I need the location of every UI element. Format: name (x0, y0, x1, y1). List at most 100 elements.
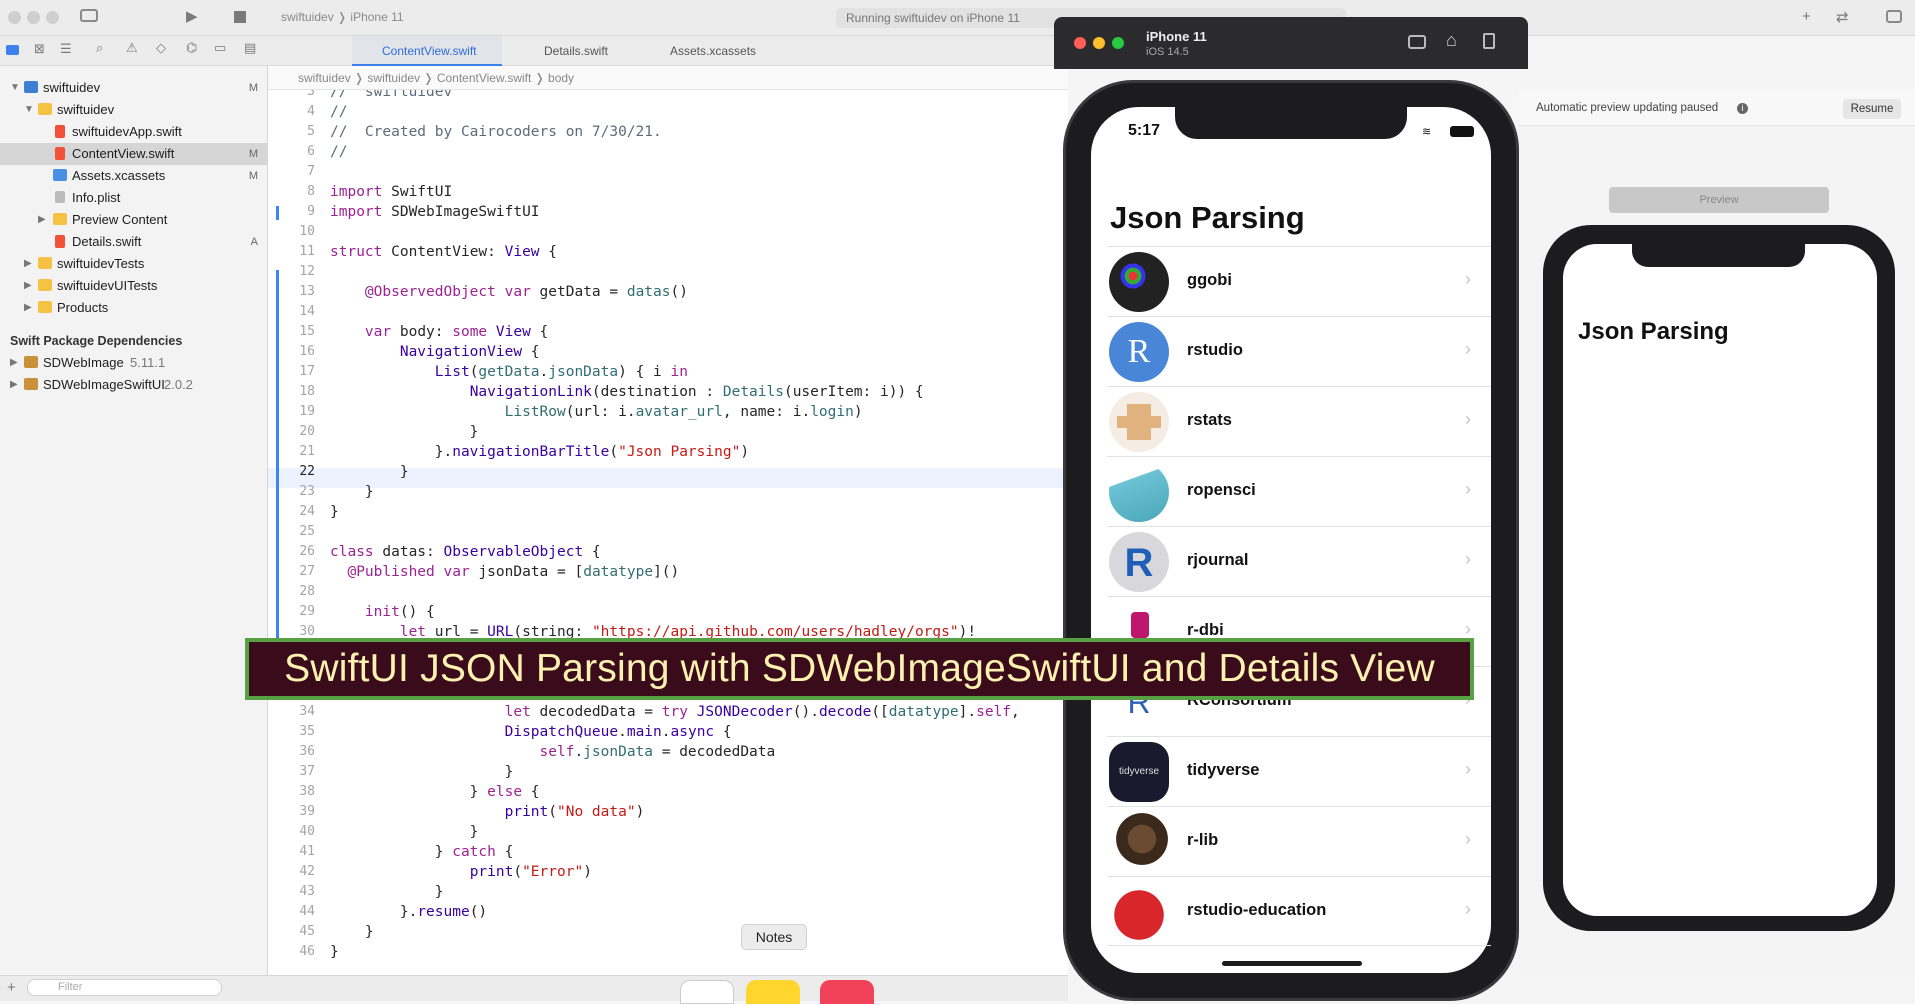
breakpoint-navigator-icon[interactable]: ▭ (214, 40, 226, 56)
nav-file-infoplist[interactable]: Info.plist (0, 187, 268, 209)
line-number[interactable]: 8 (268, 184, 315, 199)
find-navigator-icon[interactable]: ⌕ (96, 40, 103, 56)
sidebar-toggle-icon[interactable] (80, 9, 98, 22)
nav-group-tests[interactable]: ▶ swiftuidevTests (0, 253, 268, 275)
line-number[interactable]: 30 (268, 624, 315, 639)
line-number[interactable]: 38 (268, 784, 315, 799)
list-row-ropensci[interactable]: ropensci › (1107, 456, 1491, 526)
list-row-ggobi[interactable]: ggobi › (1107, 246, 1491, 316)
line-number[interactable]: 46 (268, 944, 315, 959)
line-number[interactable]: 18 (268, 384, 315, 399)
minimize-window-button[interactable] (27, 11, 40, 24)
line-number[interactable]: 22 (268, 464, 315, 479)
line-number[interactable]: 26 (268, 544, 315, 559)
tab-details[interactable]: Details.swift (514, 36, 630, 66)
disclosure-icon[interactable]: ▶ (24, 297, 32, 319)
test-navigator-icon[interactable]: ◇ (156, 40, 166, 56)
nav-group-preview-content[interactable]: ▶ Preview Content (0, 209, 268, 231)
line-number[interactable]: 3 (268, 90, 315, 99)
line-number[interactable]: 35 (268, 724, 315, 739)
line-number[interactable]: 11 (268, 244, 315, 259)
source-editor[interactable]: 3 4 5 6 7 8 9 10 11 12 13 14 15 16 17 18 19 20 21 22 23 24 25 2… (268, 90, 1068, 975)
line-number[interactable]: 42 (268, 864, 315, 879)
line-number[interactable]: 4 (268, 104, 315, 119)
code-review-icon[interactable]: ⇄ (1836, 8, 1849, 26)
disclosure-icon[interactable]: ▼ (24, 99, 34, 121)
line-number[interactable]: 27 (268, 564, 315, 579)
debug-navigator-icon[interactable]: ⌬ (186, 40, 197, 56)
tab-assets[interactable]: Assets.xcassets (640, 36, 770, 66)
tab-contentview[interactable]: ContentView.swift (352, 36, 502, 66)
line-number[interactable]: 17 (268, 364, 315, 379)
info-icon[interactable]: i (1737, 103, 1748, 114)
filter-input[interactable]: Filter (27, 979, 222, 996)
line-number[interactable]: 20 (268, 424, 315, 439)
disclosure-icon[interactable]: ▶ (10, 352, 18, 374)
report-navigator-icon[interactable]: ▤ (244, 40, 256, 56)
simulator-zoom-button[interactable] (1112, 37, 1124, 49)
line-number[interactable]: 34 (268, 704, 315, 719)
project-navigator-icon[interactable] (6, 45, 19, 55)
preview-button[interactable]: Preview (1609, 187, 1829, 213)
line-number[interactable]: 24 (268, 504, 315, 519)
line-number[interactable]: 39 (268, 804, 315, 819)
line-number[interactable]: 6 (268, 144, 315, 159)
add-icon[interactable]: + (1802, 8, 1811, 25)
nav-group-products[interactable]: ▶ Products (0, 297, 268, 319)
list-row-rjournal[interactable]: R rjournal › (1107, 526, 1491, 596)
add-file-icon[interactable]: + (7, 979, 16, 996)
line-number[interactable]: 14 (268, 304, 315, 319)
nav-file-assets[interactable]: Assets.xcassets M (0, 165, 268, 187)
list-row-rstats[interactable]: rstats › (1107, 386, 1491, 456)
line-number[interactable]: 19 (268, 404, 315, 419)
disclosure-icon[interactable]: ▶ (38, 209, 46, 231)
dock-app-icon[interactable] (680, 980, 734, 1004)
nav-file-app[interactable]: swiftuidevApp.swift (0, 121, 268, 143)
line-number[interactable]: 28 (268, 584, 315, 599)
line-number[interactable]: 5 (268, 124, 315, 139)
list-row-rstudio[interactable]: R rstudio › (1107, 316, 1491, 386)
line-number[interactable]: 10 (268, 224, 315, 239)
line-number[interactable]: 43 (268, 884, 315, 899)
nav-group-swiftuidev[interactable]: ▼ swiftuidev (0, 99, 268, 121)
run-icon[interactable]: ▶ (186, 7, 198, 25)
nav-project-root[interactable]: ▼ swiftuidev M (0, 77, 268, 99)
home-icon[interactable]: ⌂ (1446, 30, 1457, 51)
jump-bar[interactable]: swiftuidev ❭ swiftuidev ❭ ContentView.sw… (268, 66, 1068, 90)
nav-package-sdwebimage[interactable]: ▶ SDWebImage 5.11.1 (0, 352, 268, 374)
inspector-toggle-icon[interactable] (1886, 10, 1902, 23)
list-row-r-lib[interactable]: r-lib › (1107, 806, 1491, 876)
notes-app-icon[interactable] (746, 980, 800, 1004)
stop-icon[interactable] (234, 11, 246, 23)
line-number[interactable]: 7 (268, 164, 315, 179)
home-indicator[interactable] (1222, 961, 1362, 966)
nav-package-sdwebimageswiftui[interactable]: ▶ SDWebImageSwiftUI 2.0.2 (0, 374, 268, 396)
line-number[interactable]: 37 (268, 764, 315, 779)
symbol-navigator-icon[interactable]: ☰ (60, 41, 72, 57)
list-row-tidyverse[interactable]: tidyverse tidyverse › (1107, 736, 1491, 806)
nav-group-uitests[interactable]: ▶ swiftuidevUITests (0, 275, 268, 297)
rotate-icon[interactable] (1483, 33, 1495, 49)
disclosure-icon[interactable]: ▶ (24, 275, 32, 297)
line-number[interactable]: 9 (268, 204, 315, 219)
simulator-minimize-button[interactable] (1093, 37, 1105, 49)
line-number[interactable]: 45 (268, 924, 315, 939)
line-number[interactable]: 23 (268, 484, 315, 499)
line-number[interactable]: 44 (268, 904, 315, 919)
list-row-rstudio-education[interactable]: rstudio-education › (1107, 876, 1491, 946)
line-number[interactable]: 16 (268, 344, 315, 359)
scheme-selector[interactable]: swiftuidev ❭ iPhone 11 (281, 10, 404, 24)
line-number[interactable]: 40 (268, 824, 315, 839)
resume-button[interactable]: Resume (1843, 99, 1901, 119)
line-number[interactable]: 13 (268, 284, 315, 299)
disclosure-icon[interactable]: ▶ (10, 374, 18, 396)
nav-file-details[interactable]: Details.swift A (0, 231, 268, 253)
source-control-icon[interactable]: ⊠ (34, 41, 45, 57)
line-number[interactable]: 41 (268, 844, 315, 859)
line-number[interactable]: 25 (268, 524, 315, 539)
close-window-button[interactable] (8, 11, 21, 24)
line-number[interactable]: 21 (268, 444, 315, 459)
line-number[interactable]: 36 (268, 744, 315, 759)
line-number[interactable]: 15 (268, 324, 315, 339)
simulator-close-button[interactable] (1074, 37, 1086, 49)
